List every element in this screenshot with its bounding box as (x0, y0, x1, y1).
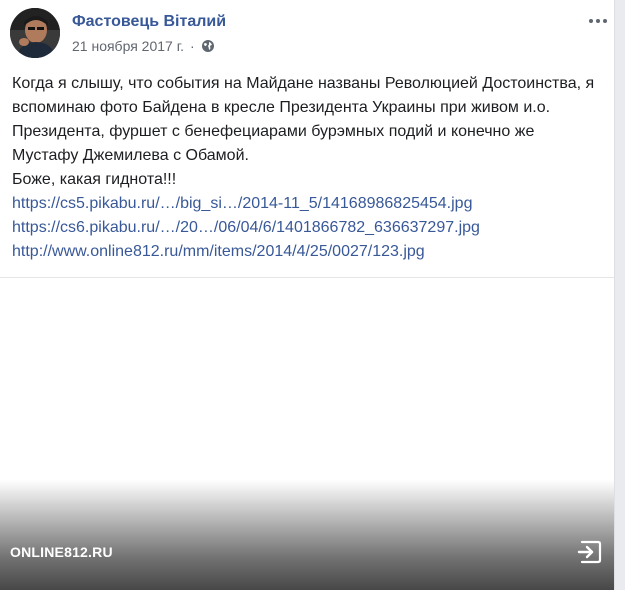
share-exit-icon[interactable] (576, 538, 604, 566)
post-header: Фастовець Віталий 21 ноября 2017 г. · (10, 8, 610, 62)
author-name-link[interactable]: Фастовець Віталий (72, 13, 226, 31)
meta-separator: · (190, 38, 195, 54)
post-link-3[interactable]: http://www.online812.ru/mm/items/2014/4/… (12, 240, 602, 264)
post-link-2[interactable]: https://cs6.pikabu.ru/…/20…/06/04/6/1401… (12, 216, 602, 240)
post-link-1[interactable]: https://cs5.pikabu.ru/…/big_si…/2014-11_… (12, 192, 602, 216)
post-card: Фастовець Віталий 21 ноября 2017 г. · Ко… (0, 0, 615, 590)
avatar-image (10, 8, 60, 58)
post-meta: 21 ноября 2017 г. · (72, 38, 215, 54)
post-body-paragraph: Когда я слышу, что события на Майдане на… (12, 75, 595, 164)
avatar[interactable] (10, 8, 60, 58)
attachment-gradient-overlay (0, 480, 614, 590)
post-date-link[interactable]: 21 ноября 2017 г. (72, 38, 184, 54)
more-options-icon[interactable] (586, 12, 610, 30)
globe-icon[interactable] (201, 39, 215, 53)
attachment-source-label: ONLINE812.RU (10, 544, 113, 560)
post-text: Когда я слышу, что события на Майдане на… (12, 72, 602, 264)
link-attachment-preview[interactable]: ONLINE812.RU (0, 277, 614, 590)
post-body-exclamation: Боже, какая гиднота!!! (12, 171, 177, 188)
